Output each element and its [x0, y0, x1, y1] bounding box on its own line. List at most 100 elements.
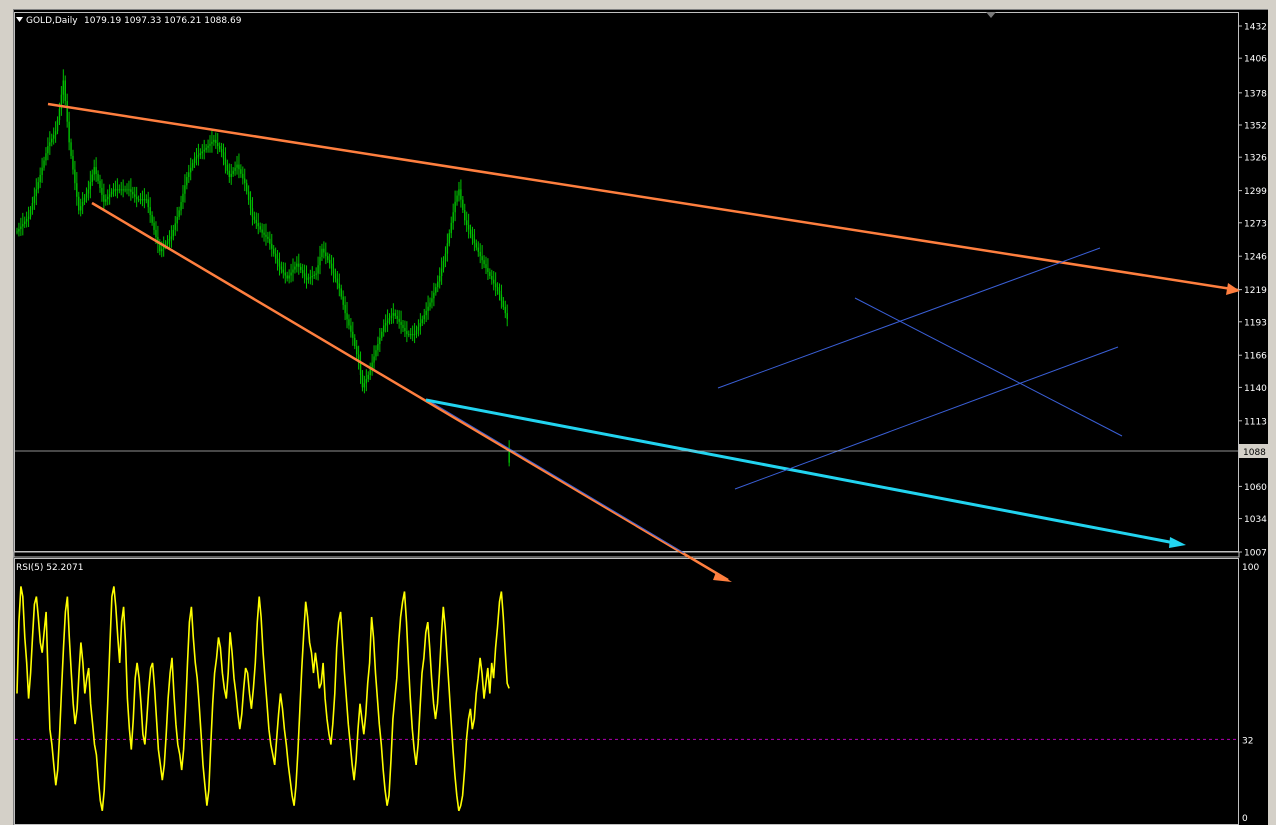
candle-body [479, 251, 481, 257]
chart-menu-chevron-icon[interactable] [16, 17, 23, 22]
scroll-marker-icon[interactable] [986, 12, 996, 18]
candle-body [421, 319, 423, 324]
cyan-support-trendline[interactable] [425, 398, 1181, 546]
candle-body [25, 219, 28, 222]
price-axis[interactable]: 1432 1406 1378 1352 1326 1299 1273 1246 1219 1193… [1238, 23, 1267, 559]
candle-body [450, 222, 452, 234]
candle-body [191, 163, 194, 168]
candle-body [298, 263, 300, 267]
candle-body [213, 139, 215, 142]
candle-body [506, 313, 508, 320]
candle-body [128, 189, 130, 191]
candle-body [473, 238, 476, 244]
candle-body [24, 221, 26, 225]
candle-body [58, 108, 61, 121]
candle-body [263, 232, 265, 235]
candle-body [76, 183, 78, 197]
candle-body [344, 304, 346, 314]
candle-body [373, 356, 375, 363]
candle-body [471, 234, 474, 239]
candle-body [365, 379, 368, 384]
candle-body [338, 283, 341, 289]
candle-body [39, 174, 41, 183]
candle-body [211, 141, 213, 144]
candle-body [135, 196, 138, 200]
rsi-tick-label: 100 [1242, 563, 1259, 573]
candle-body [41, 167, 43, 175]
candle-body [448, 233, 451, 244]
candle-body [444, 253, 447, 262]
price-tick-label: 1113 [1244, 417, 1267, 427]
candle-body [70, 142, 72, 156]
candle-body [170, 236, 173, 239]
rsi-label: RSI(5) 52.2071 [16, 563, 83, 573]
candle-body [271, 243, 273, 249]
channel-upper-line[interactable] [717, 247, 1101, 389]
candle-body [228, 170, 230, 177]
upper-resistance-trendline[interactable] [47, 102, 1239, 292]
candle-body [354, 337, 356, 347]
candle-body [328, 259, 331, 264]
candle-body [419, 323, 422, 327]
candle-body [330, 263, 333, 269]
candle-body [120, 189, 122, 191]
current-price-label: 1088 [1243, 448, 1266, 458]
candle-body [485, 264, 487, 269]
lower-support-trendline-core [425, 398, 685, 554]
candle-body [105, 199, 107, 202]
candle-body [143, 199, 146, 201]
candle-body [369, 368, 371, 376]
descending-channel-line[interactable] [854, 297, 1123, 437]
candle-body [45, 153, 47, 161]
candle-body [278, 263, 281, 267]
candle-body [114, 189, 117, 191]
trendline-group[interactable] [47, 102, 1240, 582]
candle-body [408, 334, 410, 336]
candle-body [230, 173, 232, 177]
candle-body [269, 238, 271, 244]
panel-separator[interactable] [13, 551, 1240, 558]
symbol-label: GOLD,Daily [26, 16, 78, 26]
candle-body [93, 167, 95, 175]
candle-body [83, 197, 86, 202]
candle-body [303, 273, 306, 277]
candle-body [437, 281, 439, 288]
candle-body [346, 313, 348, 320]
candle-body [438, 276, 441, 282]
channel-lower-line[interactable] [734, 346, 1119, 490]
candle-body [467, 224, 470, 230]
candle-body [149, 207, 151, 215]
candle-body [51, 138, 53, 143]
candle-body [205, 147, 207, 150]
chart-canvas[interactable]: 1432 1406 1378 1352 1326 1299 1273 1246 1219 1193… [0, 0, 1276, 825]
candle-body [132, 191, 134, 195]
candle-body [427, 306, 429, 311]
candle-body [381, 331, 383, 338]
candle-body [197, 154, 200, 157]
candle-body [203, 149, 205, 152]
candle-body [43, 160, 45, 168]
candle-body [99, 180, 101, 188]
price-tick-label: 1193 [1244, 318, 1267, 328]
candle-body [97, 174, 99, 181]
candle-body [361, 375, 364, 388]
candle-body [174, 223, 176, 230]
lower-support-trendline[interactable] [91, 201, 729, 582]
candle-body [29, 209, 32, 217]
candle-body [253, 216, 256, 220]
candle-body [296, 263, 298, 267]
candle-body [377, 344, 379, 351]
candle-body [199, 153, 202, 155]
candle-body [396, 316, 398, 319]
candle-body [388, 318, 391, 321]
price-tick-label: 1326 [1244, 154, 1267, 164]
candle-body [22, 224, 24, 227]
candle-body [236, 164, 238, 168]
candle-body [35, 189, 37, 197]
candle-body [489, 272, 491, 277]
rsi-axis[interactable]: 100 32 0 [1242, 563, 1259, 824]
candle-body [161, 248, 163, 252]
candle-body [27, 216, 30, 220]
candle-body [431, 298, 433, 303]
candle-body [107, 196, 109, 200]
